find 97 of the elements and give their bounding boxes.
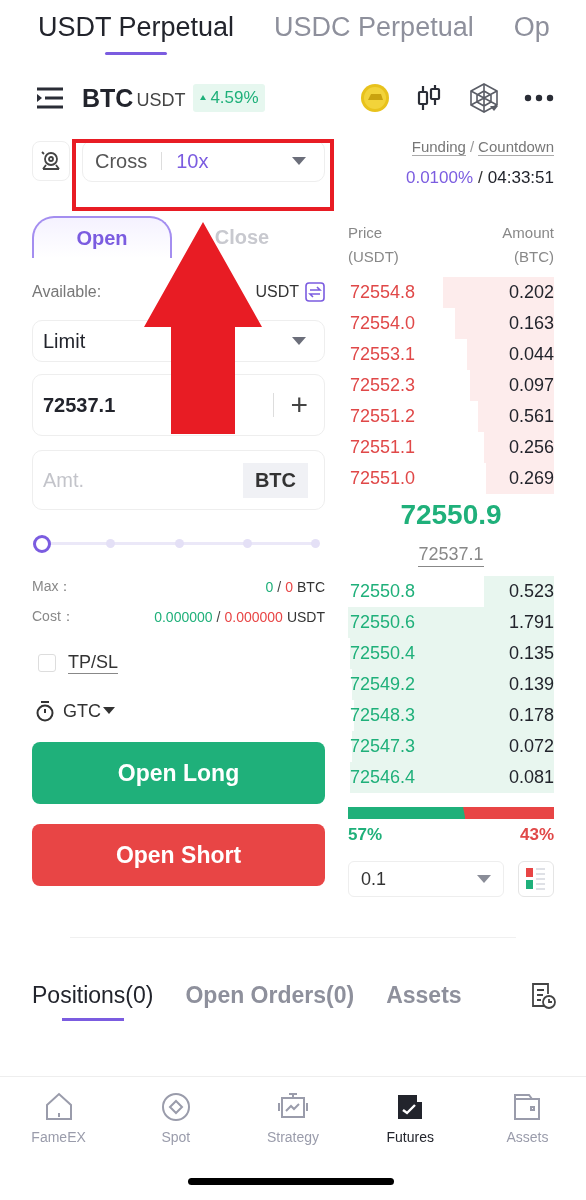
nav-item[interactable]: Spot (117, 1091, 235, 1145)
market-tab[interactable]: USDT Perpetual (38, 12, 235, 55)
separator: / (469, 138, 475, 156)
mark-price: 72537.1 (418, 544, 484, 567)
cost-label: Cost： (32, 608, 75, 626)
bid-amount: 0.072 (507, 736, 554, 757)
tpsl-checkbox[interactable] (38, 654, 56, 672)
open-long-button[interactable]: Open Long (32, 742, 325, 804)
ask-amount: 0.044 (507, 344, 554, 365)
amount-unit-button[interactable]: BTC (242, 462, 308, 498)
ask-amount: 0.269 (507, 468, 554, 489)
nav-item[interactable]: Strategy (234, 1091, 352, 1145)
separator: / (478, 168, 483, 188)
available-label: Available: (32, 283, 102, 301)
pair-base: BTC (82, 83, 134, 113)
bid-amount: 1.791 (507, 612, 554, 633)
coin-icon[interactable] (360, 83, 390, 113)
bid-amount: 0.135 (507, 643, 554, 664)
diamond-circle-icon[interactable] (159, 1091, 192, 1123)
increase-button[interactable]: + (290, 390, 308, 420)
menu-icon[interactable] (35, 86, 65, 110)
bid-amount: 0.523 (507, 581, 554, 602)
countdown-label[interactable]: Countdown (478, 138, 554, 156)
order-history-icon[interactable] (530, 982, 556, 1010)
pair-quote: USDT (136, 89, 186, 111)
ask-price[interactable]: 72554.0 (348, 313, 416, 334)
slider-thumb[interactable] (33, 535, 51, 553)
more-icon[interactable] (524, 94, 554, 102)
bid-price[interactable]: 72550.4 (348, 643, 416, 664)
nav-item[interactable]: Futures (351, 1091, 469, 1145)
bid-price[interactable]: 72550.6 (348, 612, 416, 633)
price-unit: (USDT) (348, 248, 399, 265)
cost-long: 0.000000 (154, 609, 213, 625)
cost-short: 0.000000 (224, 609, 283, 625)
max-long: 0 (265, 579, 274, 595)
positions-tab[interactable]: Assets (386, 982, 462, 1021)
ask-price[interactable]: 72551.0 (348, 468, 416, 489)
available-unit: USDT (255, 283, 299, 301)
countdown-time: 04:33:51 (487, 168, 554, 188)
slider-tick[interactable] (311, 539, 320, 548)
ask-amount: 0.097 (507, 375, 554, 396)
ask-amount: 0.256 (507, 437, 554, 458)
max-label: Max： (32, 578, 73, 596)
price-input[interactable]: 72537.1 (43, 393, 125, 417)
price-header: Price (348, 224, 383, 241)
bid-amount: 0.081 (507, 767, 554, 788)
ask-amount: 0.202 (507, 282, 554, 303)
positions-tab[interactable]: Open Orders(0) (185, 982, 355, 1021)
slider-tick[interactable] (106, 539, 116, 548)
funding-rate: 0.0100% (405, 168, 474, 188)
slider-tick[interactable] (242, 539, 252, 548)
market-tab[interactable]: USDC Perpetual (274, 12, 474, 55)
funding-label[interactable]: Funding (411, 138, 466, 156)
book-layout-button[interactable] (518, 861, 554, 897)
stopwatch-icon (35, 700, 55, 722)
open-short-button[interactable]: Open Short (32, 824, 325, 886)
ask-price[interactable]: 72552.3 (348, 375, 416, 396)
max-short: 0 (285, 579, 293, 595)
sell-ratio: 43% (519, 825, 554, 845)
separator: / (277, 579, 282, 595)
order-tab[interactable]: Open (32, 216, 172, 258)
amount-header: Amount (502, 224, 554, 241)
tpsl-label[interactable]: TP/SL (68, 652, 119, 674)
ask-price[interactable]: 72553.1 (348, 344, 416, 365)
positions-tab[interactable]: Positions(0) (32, 982, 154, 1021)
bid-price[interactable]: 72547.3 (348, 736, 416, 757)
amount-input[interactable]: Amt. (43, 468, 243, 492)
web-hexagon-icon[interactable] (468, 82, 500, 114)
bid-amount: 0.139 (507, 674, 554, 695)
precision-dropdown[interactable]: 0.1 (348, 861, 504, 897)
ask-price[interactable]: 72551.1 (348, 437, 416, 458)
buy-ratio: 57% (348, 825, 383, 845)
bid-price[interactable]: 72550.8 (348, 581, 416, 602)
max-unit: BTC (297, 579, 325, 595)
book-layout-icon[interactable] (525, 866, 547, 892)
transfer-icon[interactable] (305, 282, 325, 302)
change-badge: 4.59% (193, 84, 265, 112)
separator: / (216, 609, 221, 625)
market-tab[interactable]: Op (513, 12, 550, 55)
amount-field[interactable]: Amt. BTC (32, 450, 325, 510)
cost-unit: USDT (286, 609, 325, 625)
nav-item[interactable]: Assets (468, 1091, 586, 1145)
price-field[interactable]: 72537.1 + (32, 374, 325, 436)
last-price: 72550.9 (399, 499, 503, 531)
bid-price[interactable]: 72548.3 (348, 705, 416, 726)
bid-amount: 0.178 (507, 705, 554, 726)
nav-item[interactable]: FameEX (0, 1091, 118, 1145)
ask-amount: 0.561 (507, 406, 554, 427)
ask-price[interactable]: 72551.2 (348, 406, 416, 427)
ask-amount: 0.163 (507, 313, 554, 334)
amount-unit: (BTC) (514, 248, 554, 265)
caret-icon[interactable] (103, 707, 115, 715)
slider-tick[interactable] (174, 539, 184, 548)
bid-price[interactable]: 72546.4 (348, 767, 416, 788)
bid-price[interactable]: 72549.2 (348, 674, 416, 695)
time-in-force-dropdown[interactable]: GTC (63, 700, 115, 722)
ask-price[interactable]: 72554.8 (348, 282, 416, 303)
